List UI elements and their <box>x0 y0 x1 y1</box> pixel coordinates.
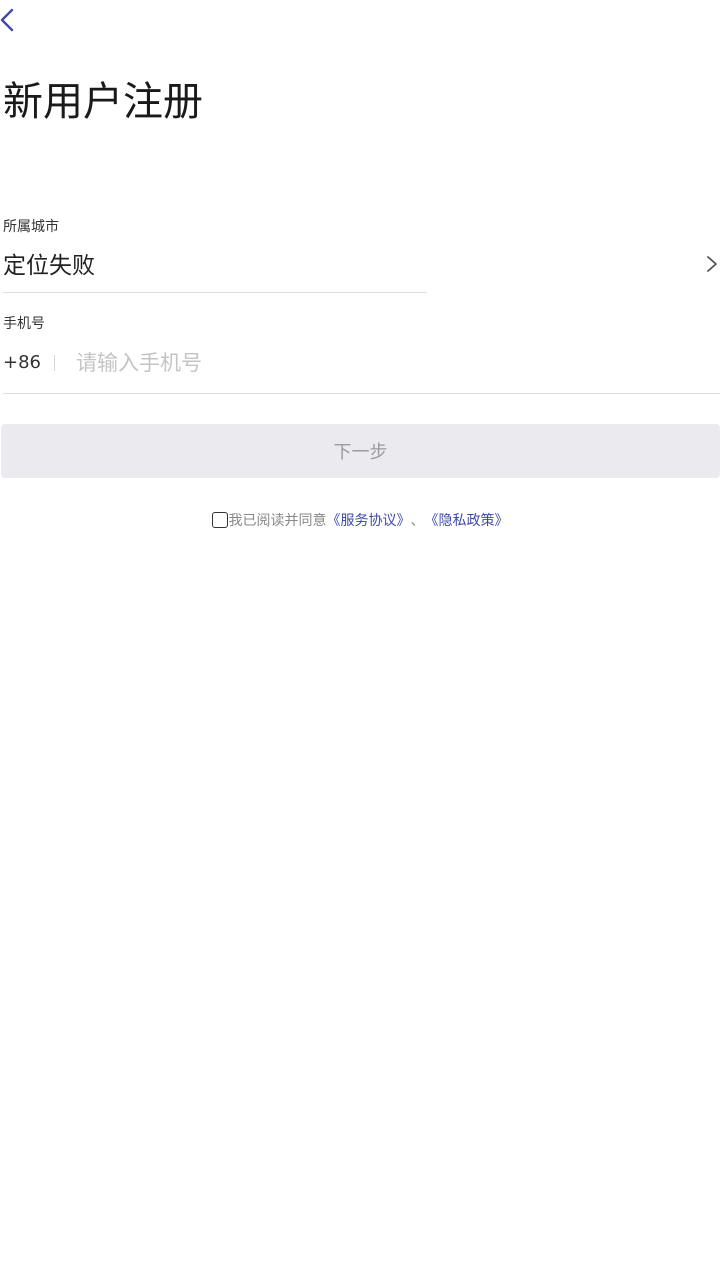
back-button[interactable] <box>0 2 22 38</box>
page-title: 新用户注册 <box>3 79 203 125</box>
phone-divider <box>3 393 720 394</box>
agreement-row: 我已阅读并同意 《服务协议》 、 《隐私政策》 <box>0 508 720 532</box>
city-selector[interactable]: 定位失败 <box>0 244 720 288</box>
service-agreement-link[interactable]: 《服务协议》 <box>327 510 411 530</box>
city-label: 所属城市 <box>3 219 59 235</box>
phone-input[interactable] <box>76 346 716 380</box>
next-button[interactable]: 下一步 <box>1 424 720 478</box>
agreement-text: 我已阅读并同意 <box>228 513 327 529</box>
country-code: +86 <box>3 352 41 373</box>
agreement-separator: 、 <box>410 513 425 529</box>
country-code-separator <box>54 355 55 371</box>
agree-checkbox[interactable] <box>211 512 228 528</box>
chevron-right-icon <box>707 256 717 272</box>
privacy-policy-link[interactable]: 《隐私政策》 <box>425 510 509 530</box>
city-value: 定位失败 <box>3 253 95 279</box>
phone-label: 手机号 <box>3 316 45 332</box>
city-divider <box>3 292 427 293</box>
chevron-left-icon <box>0 8 14 32</box>
